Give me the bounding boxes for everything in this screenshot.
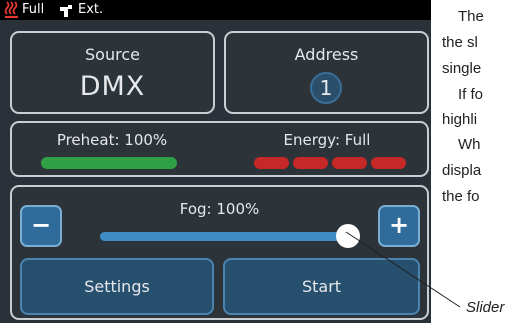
callout-line — [345, 231, 461, 308]
slider-callout-label: Slider — [466, 299, 505, 316]
